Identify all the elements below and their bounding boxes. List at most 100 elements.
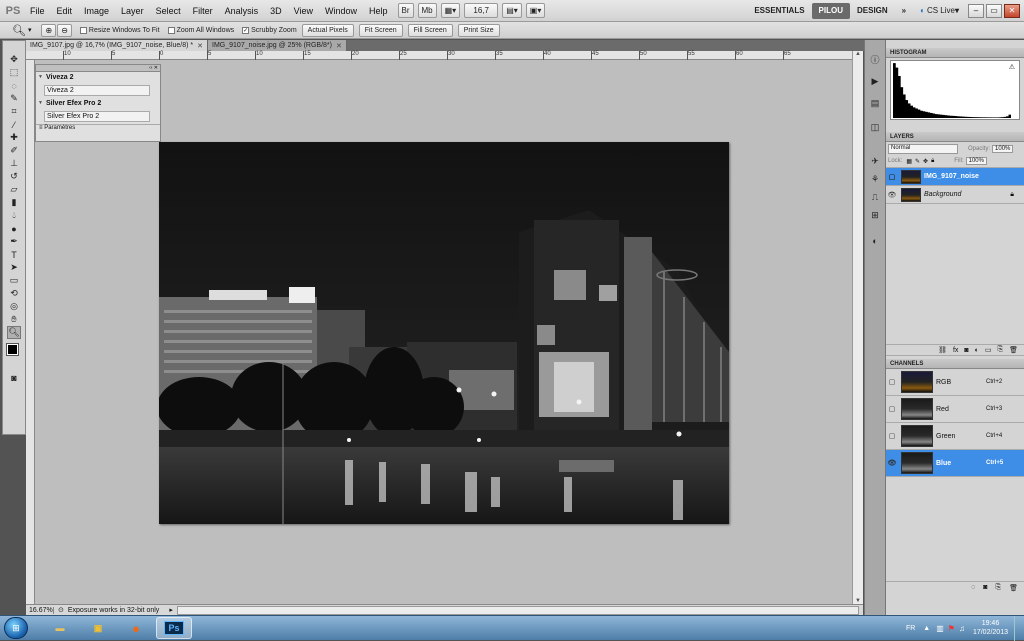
menu-help[interactable]: Help [363,6,394,16]
blur-tool-icon[interactable]: 💧︎ [7,209,21,222]
menu-analysis[interactable]: Analysis [219,6,265,16]
adjustment-layer-icon[interactable]: ◐ [975,347,979,354]
status-menu-icon[interactable]: ▸ [169,606,173,614]
shape-tool-icon[interactable]: ▭ [7,274,21,287]
zoom-out-icon[interactable]: ⊖ [57,23,72,37]
layer-row-img-9107-noise[interactable]: ▢ IMG_9107_noise [886,168,1024,186]
menu-edit[interactable]: Edit [51,6,79,16]
maximize-button[interactable]: ▭ [986,3,1002,18]
zoom-all-windows-checkbox[interactable]: Zoom All Windows [167,26,234,34]
layer-style-icon[interactable]: fx [953,347,958,354]
channel-row-rgb[interactable]: ▢ RGB Ctrl+2 [886,369,1024,396]
lock-image-icon[interactable]: ✎ [915,158,920,165]
explorer-taskbar-icon[interactable]: ▬ [42,617,78,639]
horizontal-ruler[interactable]: 10 5 0 5 10 15 20 25 30 35 40 45 50 55 6… [26,51,852,60]
zoom-percentage-field[interactable]: 16.67% [26,606,54,614]
fill-field[interactable]: 100% [965,157,987,165]
navigator-panel-icon[interactable]: ▶ [868,74,882,88]
link-layers-icon[interactable]: ⛓ [938,346,947,354]
tray-icon-security[interactable]: ⚑ [948,624,955,633]
dodge-tool-icon[interactable]: ● [7,222,21,235]
opacity-field[interactable]: 100% [992,144,1014,153]
clock[interactable]: 19:46 17/02/2013 [973,619,1008,637]
layer-visibility-icon[interactable]: ▢ [886,173,898,181]
save-selection-icon[interactable]: ◙ [983,584,987,591]
menu-window[interactable]: Window [319,6,363,16]
info-panel-icon[interactable]: ⓘ [868,52,882,66]
histogram-panel-title[interactable]: HISTOGRAM [886,48,1024,58]
more-workspaces-button[interactable]: » [895,3,913,19]
show-hidden-icons-icon[interactable]: ▲ [923,625,930,632]
zoom-level-dropdown[interactable]: 16,7 [464,3,499,18]
print-size-button[interactable]: Print Size [457,23,500,37]
channels-empty-area[interactable] [886,477,1024,581]
vertical-scrollbar[interactable]: ▲ ▼ [852,51,863,604]
cs-live-button[interactable]: ◐ CS Live ▾ [913,3,966,19]
group-icon[interactable]: ▭ [985,346,992,354]
channel-visibility-icon[interactable]: ▢ [886,405,898,413]
document-image[interactable] [159,142,729,524]
tool-presets-panel-icon[interactable]: ⊞ [868,208,882,222]
crop-tool-icon[interactable]: ⌗ [7,105,21,118]
horizontal-scrollbar[interactable] [176,605,859,615]
menu-image[interactable]: Image [78,6,115,16]
brush-tool-icon[interactable]: ✐ [7,144,21,157]
silver-efex-button[interactable]: Silver Efex Pro 2 [44,111,150,122]
bridge-button[interactable]: Br [397,3,414,18]
start-button[interactable]: ⊞ [4,617,28,639]
warning-icon[interactable]: ⚠ [1009,63,1015,71]
pen-tool-icon[interactable]: ✒ [7,235,21,248]
mini-bridge-button[interactable]: Mb [417,3,437,18]
close-button[interactable]: ✕ [1004,3,1020,18]
channel-visibility-icon[interactable]: ▢ [886,432,898,440]
minimize-button[interactable]: – [968,3,984,18]
tray-icon-network[interactable]: ▥ [936,624,944,633]
fill-screen-button[interactable]: Fill Screen [407,23,453,37]
channel-visibility-icon[interactable]: ▢ [886,378,898,386]
history-panel-icon[interactable]: ◫ [868,120,882,134]
lock-transparency-icon[interactable]: ▦ [906,158,912,165]
brush-presets-panel-icon[interactable]: ⚘ [868,172,882,186]
workspace-pilou[interactable]: PILOU [811,2,850,19]
adjustments-panel-icon[interactable]: ◐ [868,234,882,248]
show-desktop-button[interactable] [1014,615,1024,641]
layer-row-background[interactable]: 👁︎ Background 🔒︎ [886,186,1024,204]
eraser-tool-icon[interactable]: ▱ [7,183,21,196]
clone-stamp-tool-icon[interactable]: ⊥ [7,157,21,170]
channel-row-blue[interactable]: 👁︎ Blue Ctrl+5 [886,450,1024,477]
lasso-tool-icon[interactable]: ◌ [7,79,21,92]
close-tab-icon[interactable]: ✕ [197,42,203,50]
tab-img-9107[interactable]: IMG_9107.jpg @ 16,7% (IMG_9107_noise, Bl… [26,40,209,51]
new-layer-icon[interactable]: ⎘ [998,346,1004,354]
gradient-tool-icon[interactable]: ▮ [7,196,21,209]
channel-row-green[interactable]: ▢ Green Ctrl+4 [886,423,1024,450]
scrubby-zoom-checkbox[interactable]: ✓ Scrubby Zoom [242,26,297,34]
healing-brush-tool-icon[interactable]: ✚ [7,131,21,144]
tab-img-9107-noise[interactable]: IMG_9107_noise.jpg @ 25% (RGB/8*) ✕ [208,40,347,51]
color-swatches[interactable] [6,343,23,367]
firefox-taskbar-icon[interactable]: ● [118,617,154,639]
workspace-essentials[interactable]: ESSENTIALS [747,3,811,19]
photoshop-taskbar-button[interactable]: Ps [156,617,192,639]
fit-screen-button[interactable]: Fit Screen [358,23,403,37]
plugin-panel-titlebar[interactable]: ‹‹ ✕ [36,65,160,72]
layer-mask-icon[interactable]: ◙ [964,347,968,354]
zoom-in-icon[interactable]: ⊕ [41,23,57,37]
channel-row-red[interactable]: ▢ Red Ctrl+3 [886,396,1024,423]
hand-tool-icon[interactable]: ✋︎ [7,313,21,326]
delete-channel-icon[interactable]: 🗑︎ [1009,584,1018,592]
3d-orbit-tool-icon[interactable]: ◎ [7,300,21,313]
eye-icon[interactable]: 👁︎ [886,191,898,199]
notes-taskbar-icon[interactable]: ▣ [80,617,116,639]
3d-rotate-tool-icon[interactable]: ⟲ [7,287,21,300]
tool-preset-dropdown-icon[interactable]: ▾ [28,26,32,34]
delete-layer-icon[interactable]: 🗑︎ [1009,346,1018,354]
zoom-tool-icon[interactable]: 🔍︎ [7,326,21,339]
menu-file[interactable]: File [24,6,51,16]
workspace-design[interactable]: DESIGN [850,3,895,19]
layers-panel-title[interactable]: LAYERS [886,132,1024,142]
type-tool-icon[interactable]: T [7,248,21,261]
menu-filter[interactable]: Filter [187,6,219,16]
foreground-color-swatch[interactable] [6,343,19,356]
move-tool-icon[interactable]: ✥ [7,53,21,66]
